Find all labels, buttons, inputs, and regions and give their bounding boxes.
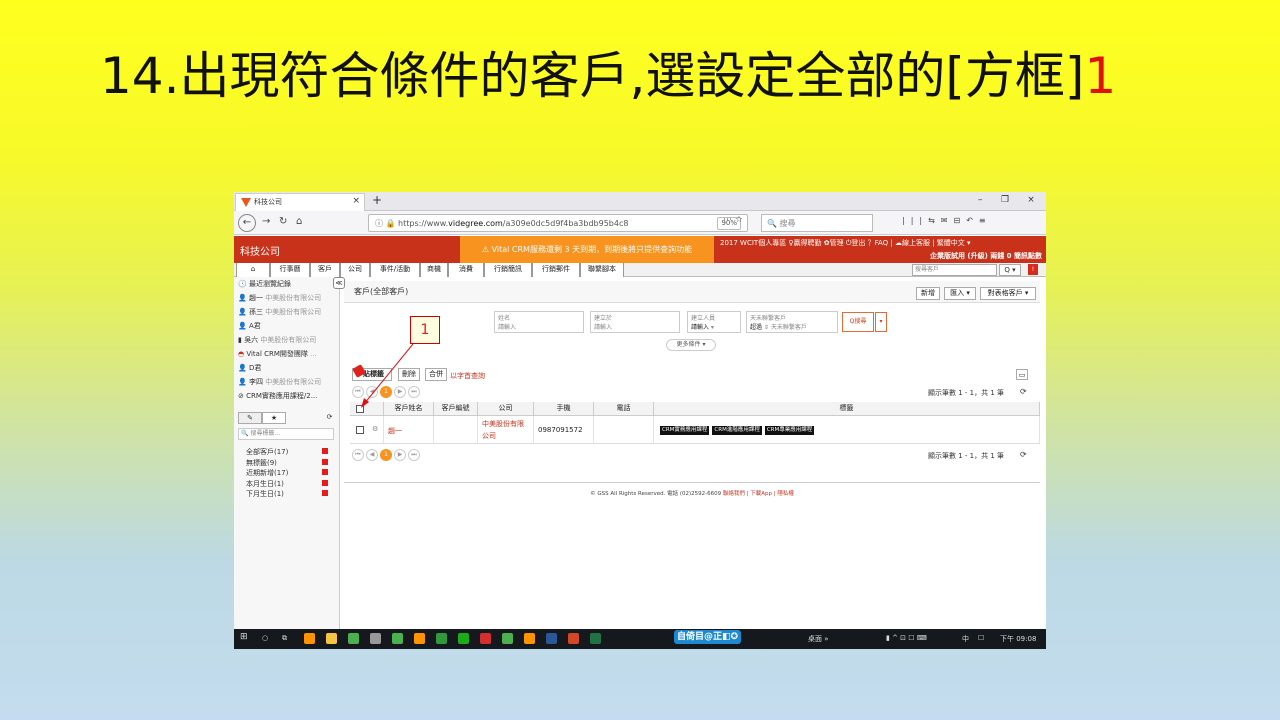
arrow-line [363,343,414,405]
callout-arrow [361,343,414,408]
collapse-sidebar-button[interactable]: ≪ [333,277,345,289]
